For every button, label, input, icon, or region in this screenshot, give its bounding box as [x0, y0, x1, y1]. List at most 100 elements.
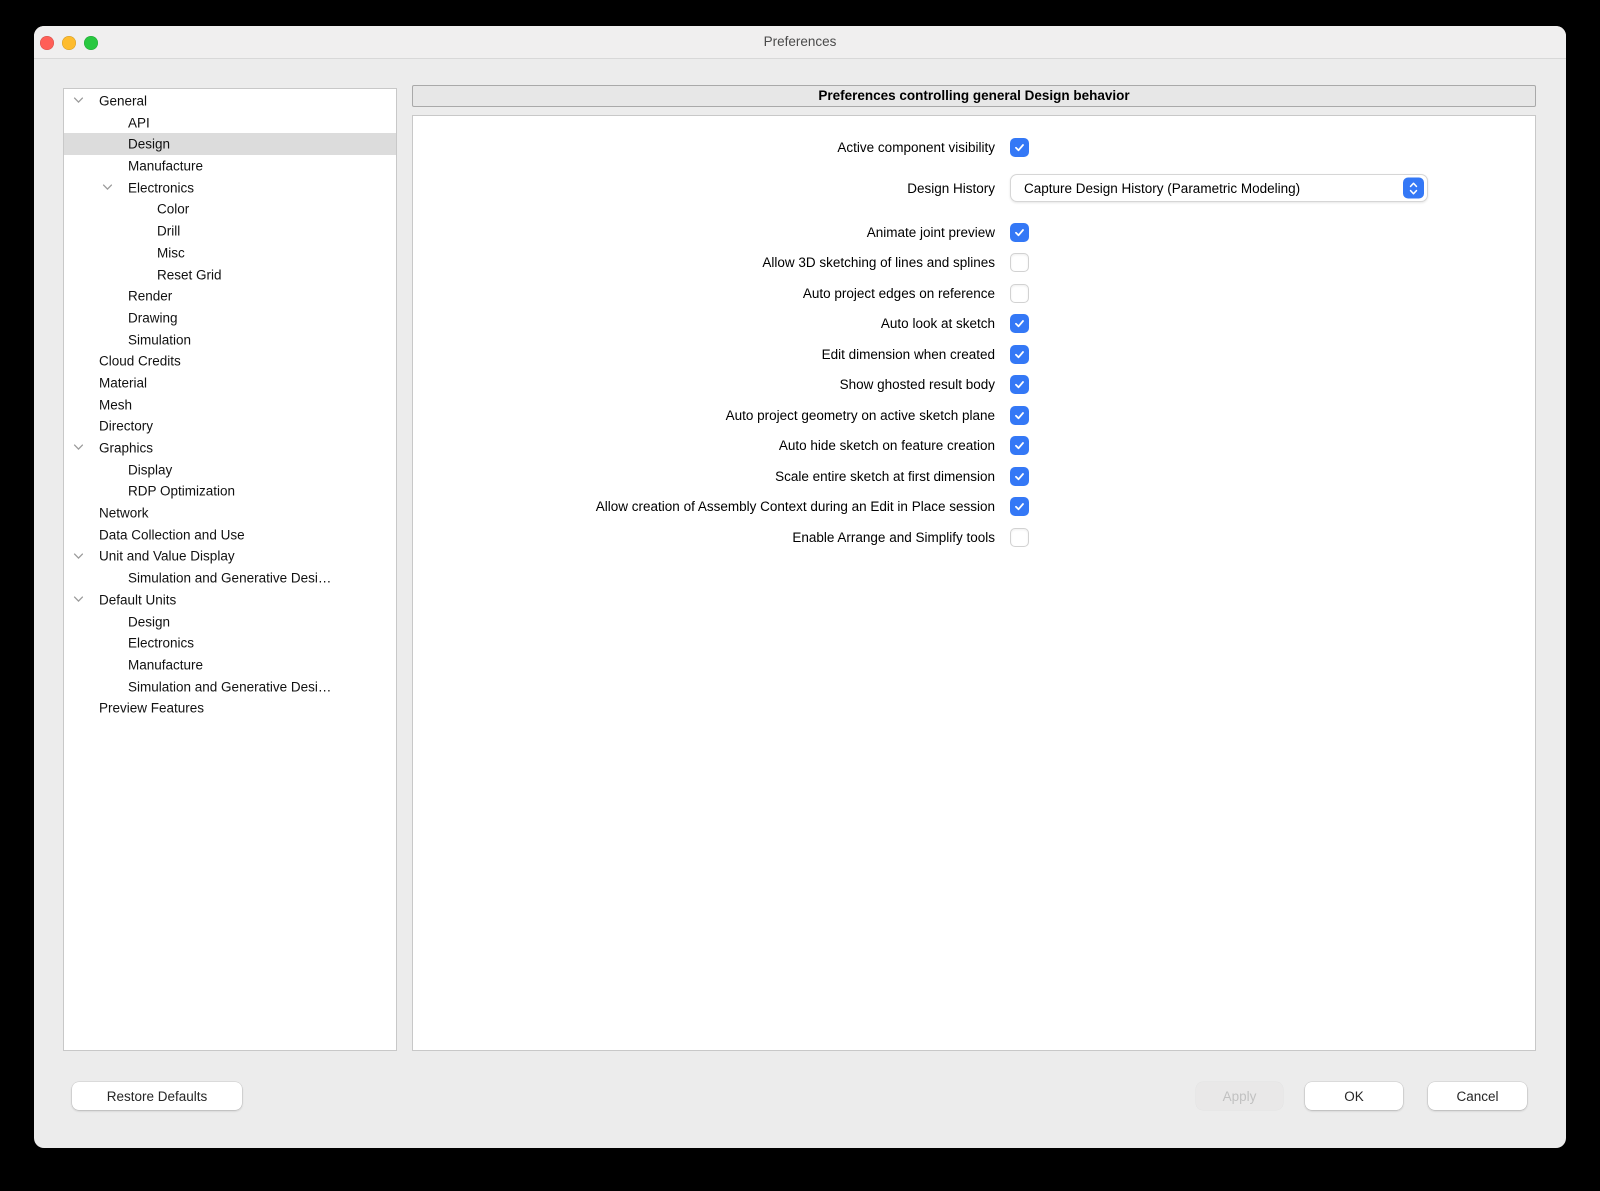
sidebar-item-label: Misc: [157, 245, 185, 261]
setting-label: Auto look at sketch: [880, 316, 995, 331]
sidebar-item-label: Electronics: [128, 635, 195, 651]
setting-row: Auto look at sketch: [413, 308, 1535, 339]
checkbox-enable-arrange-and-simplify-tools[interactable]: [1010, 527, 1029, 547]
preferences-window: Preferences General API Design Manufacture E…: [34, 26, 1566, 1148]
sidebar-item-label: Data Collection and Use: [99, 527, 245, 543]
sidebar-item-label: General: [99, 93, 148, 109]
sidebar-item-label: Mesh: [99, 397, 133, 413]
setting-label: Design History: [907, 180, 995, 196]
sidebar-item-display[interactable]: Display: [64, 459, 396, 481]
up-down-chevrons-icon: [1403, 177, 1424, 199]
sidebar-item-data-collection-and-use[interactable]: Data Collection and Use: [64, 524, 396, 546]
sidebar-item-label: Reset Grid: [157, 267, 222, 283]
checkmark-icon: [1013, 141, 1026, 154]
checkbox-allow-3d-sketching-of-lines-and-splines[interactable]: [1010, 253, 1029, 272]
setting-row: Enable Arrange and Simplify tools: [413, 522, 1535, 553]
sidebar-item-label: Unit and Value Display: [99, 549, 235, 565]
checkmark-icon: [1013, 317, 1026, 330]
sidebar-item-label: Design: [128, 614, 171, 630]
sidebar-item-drawing[interactable]: Drawing: [64, 307, 396, 329]
setting-row: Scale entire sketch at first dimension: [413, 461, 1535, 492]
ok-button[interactable]: OK: [1305, 1082, 1403, 1110]
checkbox-auto-hide-sketch-on-feature-creation[interactable]: [1010, 436, 1029, 455]
titlebar: Preferences: [34, 26, 1566, 59]
sidebar-item-drill[interactable]: Drill: [64, 220, 396, 242]
sidebar-item-design[interactable]: Design: [64, 611, 396, 633]
chevron-down-icon[interactable]: [102, 177, 113, 199]
panel-header: Preferences controlling general Design b…: [412, 85, 1536, 107]
cancel-button[interactable]: Cancel: [1428, 1082, 1527, 1110]
checkmark-icon: [1013, 439, 1026, 452]
checkbox-allow-creation-of-assembly-context-during-an-edit-in-place-session[interactable]: [1010, 497, 1029, 516]
checkbox-auto-project-edges-on-reference[interactable]: [1010, 283, 1029, 303]
sidebar-item-rdp-optimization[interactable]: RDP Optimization: [64, 480, 396, 502]
sidebar-item-label: Color: [157, 202, 190, 218]
checkbox-scale-entire-sketch-at-first-dimension[interactable]: [1010, 466, 1029, 486]
setting-label: Enable Arrange and Simplify tools: [792, 529, 995, 545]
close-button[interactable]: [40, 36, 54, 50]
sidebar-item-electronics[interactable]: Electronics: [64, 632, 396, 654]
sidebar-item-misc[interactable]: Misc: [64, 242, 396, 264]
sidebar-item-directory[interactable]: Directory: [64, 415, 396, 437]
chevron-down-icon[interactable]: [73, 437, 84, 459]
sidebar-item-simulation[interactable]: Simulation: [64, 329, 396, 351]
sidebar-item-label: RDP Optimization: [128, 483, 236, 499]
sidebar-item-cloud-credits[interactable]: Cloud Credits: [64, 350, 396, 372]
setting-row: Show ghosted result body: [413, 369, 1535, 400]
setting-label: Allow 3D sketching of lines and splines: [762, 255, 995, 270]
sidebar-item-reset-grid[interactable]: Reset Grid: [64, 264, 396, 286]
sidebar-item-render[interactable]: Render: [64, 285, 396, 307]
sidebar-item-label: Render: [128, 288, 173, 304]
setting-row: Active component visibility: [413, 132, 1535, 163]
sidebar-item-mesh[interactable]: Mesh: [64, 394, 396, 416]
sidebar-item-label: Simulation and Generative Desi…: [128, 679, 332, 695]
sidebar-item-design[interactable]: Design: [64, 133, 396, 156]
sidebar-item-label: Electronics: [128, 180, 195, 196]
checkbox-animate-joint-preview[interactable]: [1010, 222, 1029, 242]
sidebar-item-manufacture[interactable]: Manufacture: [64, 155, 396, 177]
sidebar-item-label: Default Units: [99, 592, 177, 608]
sidebar-item-network[interactable]: Network: [64, 502, 396, 524]
sidebar-item-general[interactable]: General: [64, 90, 396, 112]
sidebar-item-default-units[interactable]: Default Units: [64, 589, 396, 611]
chevron-down-icon[interactable]: [73, 589, 84, 611]
chevron-down-icon[interactable]: [73, 90, 84, 112]
setting-row: Auto hide sketch on feature creation: [413, 430, 1535, 461]
sidebar-item-simulation-and-generative-desi[interactable]: Simulation and Generative Desi…: [64, 676, 396, 698]
sidebar-item-label: Drawing: [128, 310, 178, 326]
restore-defaults-button[interactable]: Restore Defaults: [72, 1082, 242, 1110]
traffic-lights: [40, 36, 98, 50]
sidebar-item-label: Simulation and Generative Desi…: [128, 570, 332, 586]
sidebar-item-simulation-and-generative-desi[interactable]: Simulation and Generative Desi…: [64, 567, 396, 589]
sidebar-item-label: Manufacture: [128, 657, 204, 673]
sidebar-item-material[interactable]: Material: [64, 372, 396, 394]
sidebar-item-color[interactable]: Color: [64, 198, 396, 220]
sidebar-item-api[interactable]: API: [64, 112, 396, 134]
checkbox-auto-look-at-sketch[interactable]: [1010, 314, 1029, 333]
sidebar-item-label: Drill: [157, 223, 181, 239]
apply-button[interactable]: Apply: [1196, 1082, 1283, 1110]
checkbox-auto-project-geometry-on-active-sketch-plane[interactable]: [1010, 405, 1029, 425]
sidebar-item-graphics[interactable]: Graphics: [64, 437, 396, 459]
sidebar-item-unit-and-value-display[interactable]: Unit and Value Display: [64, 545, 396, 567]
minimize-button[interactable]: [62, 36, 76, 50]
checkbox-show-ghosted-result-body[interactable]: [1010, 375, 1029, 394]
sidebar-item-preview-features[interactable]: Preview Features: [64, 697, 396, 719]
chevron-down-icon[interactable]: [73, 545, 84, 567]
checkmark-icon: [1013, 378, 1026, 391]
checkmark-icon: [1013, 409, 1026, 422]
zoom-button[interactable]: [84, 36, 98, 50]
setting-row: Animate joint preview: [413, 217, 1535, 248]
sidebar-item-manufacture[interactable]: Manufacture: [64, 654, 396, 676]
select-value: Capture Design History (Parametric Model…: [1024, 180, 1301, 196]
setting-label: Edit dimension when created: [821, 346, 995, 362]
setting-label: Auto project edges on reference: [802, 285, 995, 301]
category-tree: General API Design Manufacture Electronics Co…: [63, 88, 397, 1051]
setting-row: Edit dimension when created: [413, 339, 1535, 370]
design-history-select[interactable]: Capture Design History (Parametric Model…: [1010, 174, 1428, 202]
setting-row: Auto project geometry on active sketch p…: [413, 400, 1535, 431]
sidebar-item-electronics[interactable]: Electronics: [64, 177, 396, 199]
checkbox-edit-dimension-when-created[interactable]: [1010, 344, 1029, 364]
checkbox-active-component-visibility[interactable]: [1010, 137, 1029, 157]
sidebar-item-label: Preview Features: [99, 700, 205, 716]
